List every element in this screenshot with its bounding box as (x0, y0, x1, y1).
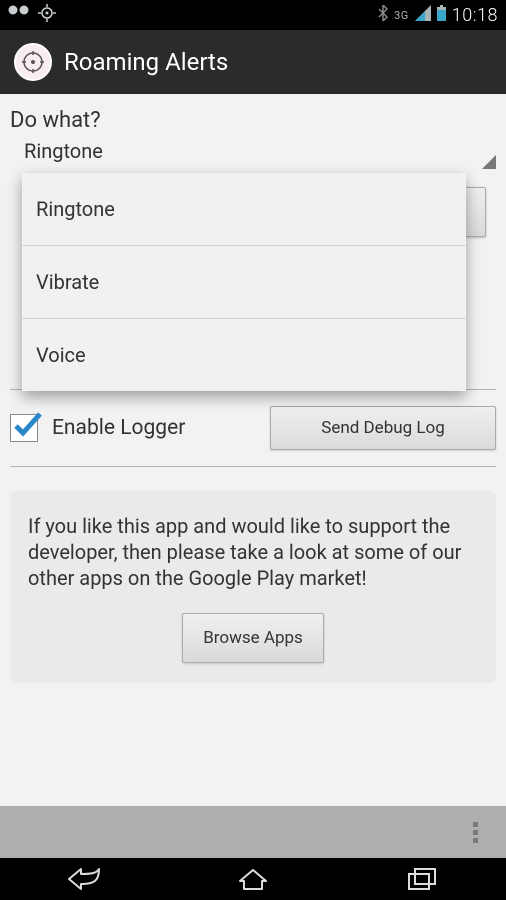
spinner-dropdown: Ringtone Vibrate Voice (22, 173, 466, 391)
enable-logger-checkbox[interactable] (10, 414, 38, 442)
overflow-menu-icon[interactable] (463, 812, 488, 853)
spinner-trigger-icon (482, 155, 496, 169)
spinner-selected[interactable]: Ringtone (10, 137, 496, 165)
section-title: Do what? (10, 108, 496, 133)
logger-row: Enable Logger Send Debug Log (10, 400, 496, 456)
enable-logger-label: Enable Logger (46, 416, 262, 440)
send-debug-log-button[interactable]: Send Debug Log (270, 406, 496, 450)
promo-card: If you like this app and would like to s… (10, 491, 496, 683)
app-icon (14, 43, 52, 81)
dropdown-option-ringtone[interactable]: Ringtone (22, 173, 466, 246)
bottom-action-bar (0, 806, 506, 858)
browse-apps-button[interactable]: Browse Apps (182, 613, 324, 663)
divider (10, 466, 496, 467)
signal-icon (415, 5, 431, 25)
home-button[interactable] (213, 861, 293, 897)
content-area: Do what? Ringtone Ringtone Vibrate Voice… (0, 94, 506, 806)
app-title: Roaming Alerts (64, 48, 228, 76)
dropdown-option-voice[interactable]: Voice (22, 319, 466, 391)
battery-icon (437, 5, 446, 25)
back-button[interactable] (44, 861, 124, 897)
promo-text: If you like this app and would like to s… (28, 513, 478, 591)
clock: 10:18 (452, 5, 498, 26)
bluetooth-icon (378, 5, 388, 25)
status-ongoing-icon (8, 5, 30, 25)
gps-icon (38, 4, 56, 26)
navigation-bar (0, 858, 506, 900)
dropdown-option-vibrate[interactable]: Vibrate (22, 246, 466, 319)
app-bar: Roaming Alerts (0, 30, 506, 94)
status-bar: 3G 10:18 (0, 0, 506, 30)
spinner-selected-text: Ringtone (24, 139, 103, 163)
network-label: 3G (394, 9, 409, 22)
recents-button[interactable] (382, 861, 462, 897)
